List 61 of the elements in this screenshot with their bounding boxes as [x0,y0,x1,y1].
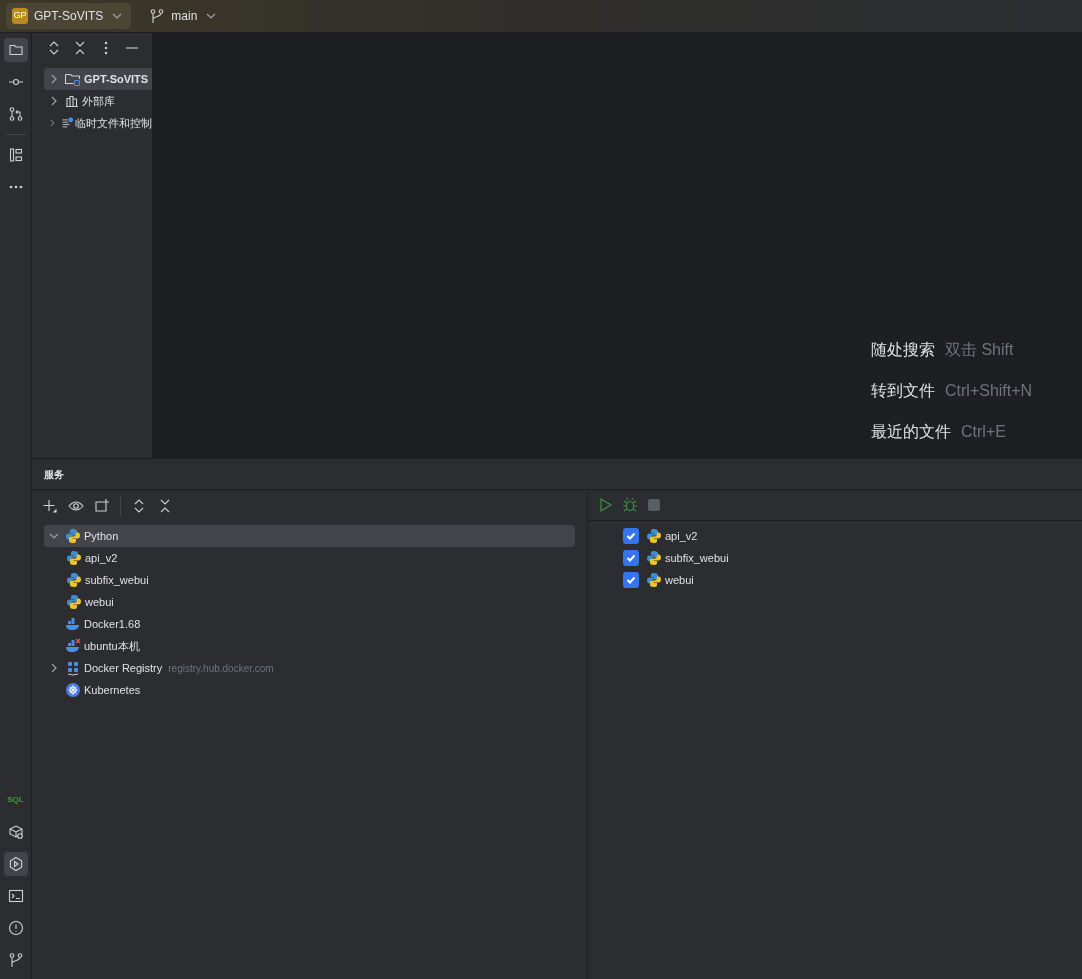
python-icon [66,550,82,566]
structure-icon [7,147,24,163]
service-item[interactable]: ubuntu本机 [44,635,575,657]
hint-shortcut: Ctrl+Shift+N [945,381,1033,401]
add-icon[interactable] [42,497,58,514]
checkbox[interactable] [623,550,639,566]
service-item[interactable]: Docker Registry registry.hub.docker.com [44,657,575,679]
sql-label[interactable]: SQL [3,788,28,812]
python-icon [66,594,82,610]
python-icon [646,550,662,566]
python-icon [65,528,81,544]
python-icon [646,528,662,544]
service-item[interactable]: subfix_webui [44,569,575,591]
whale-error-icon [65,638,81,654]
hint-action: 转到文件 [871,381,935,401]
scratch-file-icon [60,115,73,131]
service-item[interactable]: api_v2 [44,547,575,569]
new-group-icon[interactable] [94,497,110,514]
hint-action: 随处搜索 [871,340,935,360]
registry-url: registry.hub.docker.com [168,661,274,676]
hint-shortcut: Ctrl+E [961,422,1006,442]
cube-icon [7,824,24,840]
service-item[interactable]: Python [44,525,575,547]
branch-selector[interactable]: main [141,3,228,29]
services-icon [7,856,24,872]
folder-icon [64,71,82,87]
checkbox[interactable] [623,572,639,588]
checkbox[interactable] [623,528,639,544]
library-icon [64,93,80,109]
project-tree-item[interactable]: 外部库 [44,90,152,112]
run-icon[interactable] [598,497,614,513]
terminal-icon [7,888,24,904]
warning-icon [7,920,24,936]
project-badge: GP [12,8,28,24]
hint-action: 最近的文件 [871,422,951,442]
registry-icon [65,660,81,676]
hint-shortcut: 双击 Shift [945,340,1014,360]
checkmark-icon [625,530,637,542]
python-icon [66,572,82,588]
wheel-icon [65,682,81,698]
project-tree-item[interactable]: 临时文件和控制 [44,112,152,134]
branch-icon [149,8,166,24]
target-label: api_v2 [665,528,698,544]
checkmark-icon [625,552,637,564]
target-label: subfix_webui [665,550,729,566]
project-selector[interactable]: GP GPT-SoVITS [6,3,132,29]
service-item[interactable]: webui [44,591,575,613]
project-tree-item[interactable]: GPT-SoVITS [44,68,152,90]
python-icon [646,572,662,588]
target-label: webui [665,572,694,588]
pull-request-icon [7,106,24,122]
tool-window-button[interactable] [3,852,28,876]
checkmark-icon [625,574,637,586]
tool-window-button[interactable] [3,38,28,62]
whale-icon [65,616,81,632]
folder-icon [7,42,24,58]
service-item[interactable]: Kubernetes [44,679,575,701]
bug-icon[interactable] [622,497,638,513]
panel-title: 服务 [44,467,64,482]
service-item[interactable]: Docker1.68 [44,613,575,635]
branch-icon [7,952,24,968]
